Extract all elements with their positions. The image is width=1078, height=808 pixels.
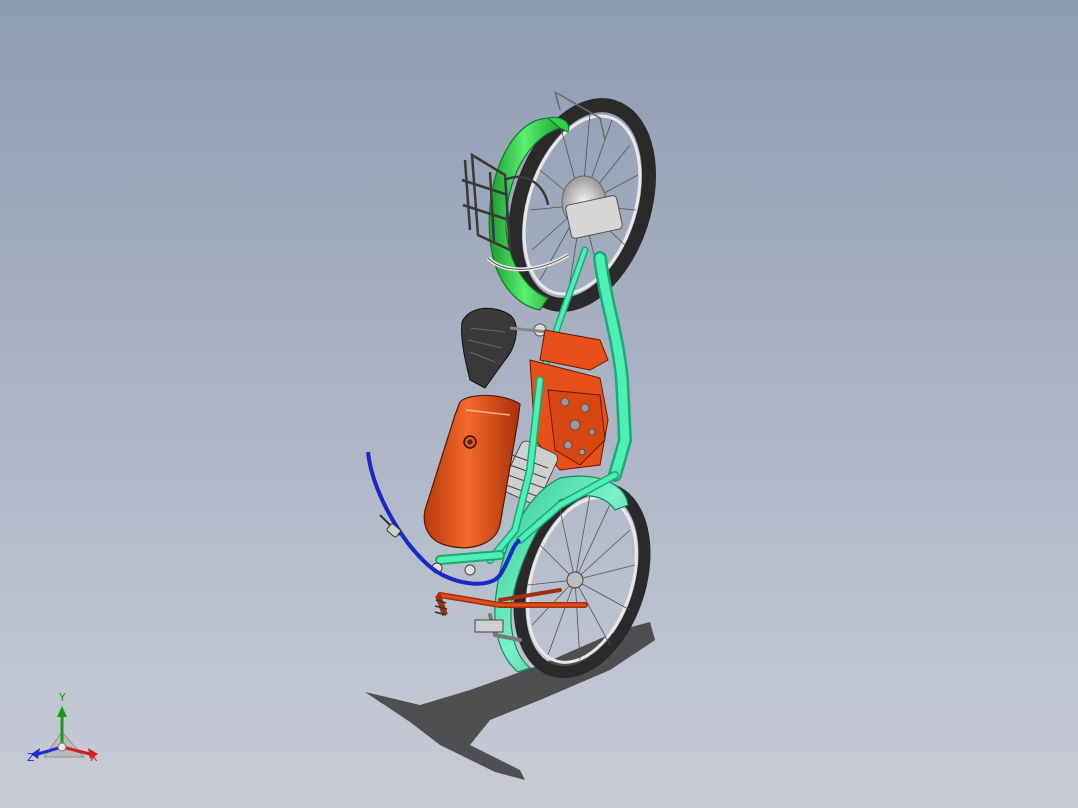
- orientation-triad: Y X Z: [22, 692, 112, 772]
- fuel-tank: [423, 394, 521, 549]
- rear-hub: [566, 571, 584, 589]
- axis-x-label: X: [90, 751, 98, 764]
- axis-y-label: Y: [59, 691, 66, 704]
- graphics-viewport[interactable]: Y X Z: [0, 0, 1078, 808]
- triad-axes: [31, 706, 98, 759]
- axis-z-label: Z: [27, 751, 35, 764]
- bicycle-model[interactable]: [0, 0, 1078, 808]
